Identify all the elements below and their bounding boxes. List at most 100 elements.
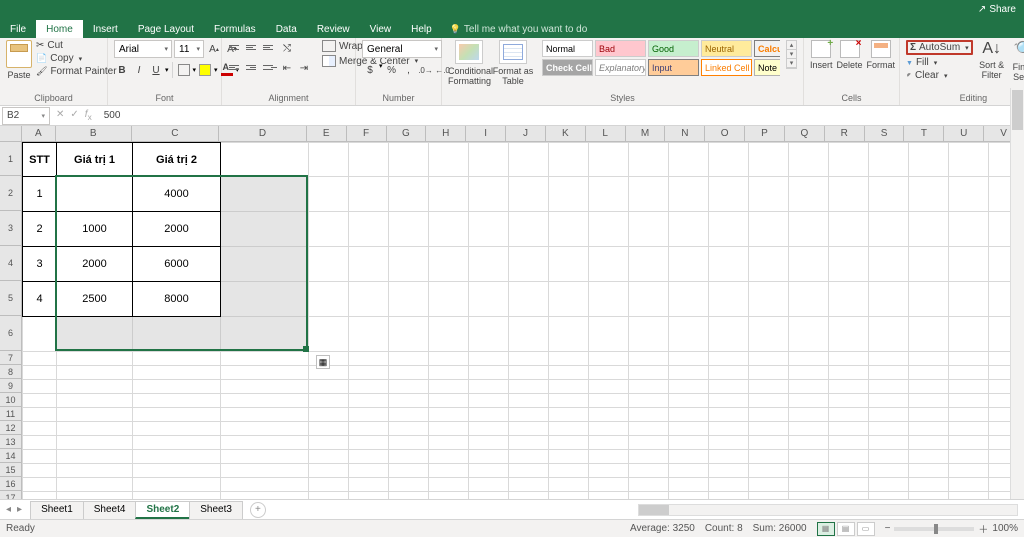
col-header-P[interactable]: P (745, 126, 785, 141)
col-header-L[interactable]: L (586, 126, 626, 141)
row-header-5[interactable]: 5 (0, 281, 21, 316)
col-header-T[interactable]: T (904, 126, 944, 141)
paste-button[interactable]: Paste (6, 40, 32, 80)
align-left-button[interactable] (228, 60, 244, 74)
styles-gallery-scroll[interactable]: ▴▾▾ (786, 40, 797, 69)
table-cell[interactable]: 500 (57, 177, 133, 212)
comma-format-button[interactable]: , (401, 62, 417, 78)
tab-insert[interactable]: Insert (83, 20, 128, 38)
enter-formula-icon[interactable]: ✓ (70, 109, 78, 122)
underline-button[interactable]: U (148, 62, 164, 78)
col-header-C[interactable]: C (132, 126, 220, 141)
sheet-tab-sheet3[interactable]: Sheet3 (189, 501, 243, 519)
row-header-3[interactable]: 3 (0, 211, 21, 246)
col-header-I[interactable]: I (466, 126, 506, 141)
sort-filter-button[interactable]: A↓Sort & Filter (977, 40, 1007, 80)
accounting-format-button[interactable]: $ (362, 62, 378, 78)
bold-button[interactable]: B (114, 62, 130, 78)
row-header-2[interactable]: 2 (0, 176, 21, 211)
name-box[interactable]: B2 (2, 107, 50, 125)
col-header-E[interactable]: E (307, 126, 347, 141)
decrease-indent-button[interactable]: ⇤ (279, 60, 295, 76)
col-header-S[interactable]: S (865, 126, 905, 141)
column-headers[interactable]: ABCDEFGHIJKLMNOPQRSTUV (0, 126, 1024, 142)
formula-input[interactable]: 500 (98, 110, 1024, 121)
sheet-tab-sheet4[interactable]: Sheet4 (83, 501, 137, 519)
row-header-13[interactable]: 13 (0, 435, 21, 449)
tab-file[interactable]: File (0, 20, 36, 38)
table-cell[interactable]: 6000 (133, 247, 221, 282)
table-cell[interactable]: 1000 (57, 212, 133, 247)
col-header-F[interactable]: F (347, 126, 387, 141)
cell-style-check-cell[interactable]: Check Cell (542, 59, 593, 76)
increase-decimal-button[interactable]: .0→ (418, 62, 434, 78)
increase-font-button[interactable]: A▴ (206, 41, 222, 57)
col-header-R[interactable]: R (825, 126, 865, 141)
row-header-6[interactable]: 6 (0, 316, 21, 351)
row-header-9[interactable]: 9 (0, 379, 21, 393)
fill-color-button[interactable] (197, 62, 213, 78)
cell-style-normal[interactable]: Normal (542, 40, 593, 57)
cell-style-neutral[interactable]: Neutral (701, 40, 752, 57)
font-size-combo[interactable]: 11 (174, 40, 204, 58)
view-page-break-button[interactable]: ▭ (857, 522, 875, 536)
row-header-11[interactable]: 11 (0, 407, 21, 421)
zoom-slider[interactable] (894, 527, 974, 531)
cell-style-good[interactable]: Good (648, 40, 699, 57)
col-header-H[interactable]: H (426, 126, 466, 141)
row-header-15[interactable]: 15 (0, 463, 21, 477)
align-center-button[interactable] (245, 60, 261, 74)
tab-help[interactable]: Help (401, 20, 442, 38)
col-header-B[interactable]: B (56, 126, 132, 141)
find-select-button[interactable]: 🔍Find & Select (1011, 40, 1024, 82)
row-header-1[interactable]: 1 (0, 142, 21, 176)
insert-cells-button[interactable]: Insert (810, 40, 833, 70)
increase-indent-button[interactable]: ⇥ (296, 60, 312, 76)
col-header-O[interactable]: O (705, 126, 745, 141)
table-cell[interactable]: 8000 (133, 282, 221, 317)
cell-style-explanatory-[interactable]: Explanatory... (595, 59, 646, 76)
row-header-7[interactable]: 7 (0, 351, 21, 365)
col-header-N[interactable]: N (665, 126, 705, 141)
align-top-button[interactable] (228, 40, 244, 54)
row-header-8[interactable]: 8 (0, 365, 21, 379)
cell-style-note[interactable]: Note (754, 59, 780, 76)
conditional-formatting-button[interactable]: Conditional Formatting (448, 40, 490, 86)
align-bottom-button[interactable] (262, 40, 278, 54)
table-cell[interactable]: 3 (23, 247, 57, 282)
tab-view[interactable]: View (360, 20, 402, 38)
table-cell[interactable]: 2 (23, 212, 57, 247)
delete-cells-button[interactable]: Delete (837, 40, 863, 70)
tab-data[interactable]: Data (266, 20, 307, 38)
fill-button[interactable]: Fill▾ (906, 57, 973, 68)
row-header-16[interactable]: 16 (0, 477, 21, 491)
borders-button[interactable] (176, 62, 192, 78)
row-header-10[interactable]: 10 (0, 393, 21, 407)
row-header-17[interactable]: 17 (0, 491, 21, 499)
col-header-K[interactable]: K (546, 126, 586, 141)
col-header-M[interactable]: M (626, 126, 666, 141)
col-header-G[interactable]: G (387, 126, 427, 141)
align-middle-button[interactable] (245, 40, 261, 54)
cell-style-linked-cell[interactable]: Linked Cell (701, 59, 752, 76)
row-header-14[interactable]: 14 (0, 449, 21, 463)
cell-style-input[interactable]: Input (648, 59, 699, 76)
tab-review[interactable]: Review (307, 20, 360, 38)
tab-page-layout[interactable]: Page Layout (128, 20, 204, 38)
cell-style-calculation[interactable]: Calculation (754, 40, 780, 57)
col-header-J[interactable]: J (506, 126, 546, 141)
format-painter-button[interactable]: Format Painter (36, 66, 117, 77)
col-header-U[interactable]: U (944, 126, 984, 141)
table-cell[interactable]: 2000 (57, 247, 133, 282)
table-cell[interactable]: 2000 (133, 212, 221, 247)
quick-analysis-button[interactable]: ▦ (316, 355, 330, 369)
select-all-corner[interactable] (0, 126, 22, 141)
tab-formulas[interactable]: Formulas (204, 20, 266, 38)
zoom-out-button[interactable]: − (885, 523, 891, 534)
col-header-A[interactable]: A (22, 126, 56, 141)
align-right-button[interactable] (262, 60, 278, 74)
clear-button[interactable]: Clear▾ (906, 70, 973, 81)
orientation-button[interactable]: ⤭ (279, 40, 295, 56)
row-headers[interactable]: 1234567891011121314151617181920212223242… (0, 142, 22, 499)
format-as-table-button[interactable]: Format as Table (492, 40, 534, 86)
